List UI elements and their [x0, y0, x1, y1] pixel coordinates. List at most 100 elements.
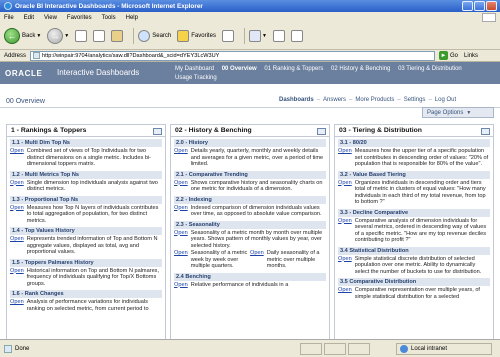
section-title: 1.5 - Toppers Palmares History — [10, 258, 162, 267]
go-button[interactable]: ► Go — [439, 51, 458, 60]
minimize-button[interactable] — [462, 1, 473, 11]
section-title: 1.3 - Proportional Top Ns — [10, 195, 162, 204]
home-icon — [111, 30, 124, 42]
refresh-button[interactable] — [93, 30, 106, 42]
edit-icon — [290, 30, 303, 42]
report-row: Open Daily seasonality of a metric over m… — [250, 250, 326, 270]
menu-tools[interactable]: Tools — [102, 15, 116, 21]
report-section: 3.2 - Value Based Tiering Open Organizes i… — [335, 169, 493, 206]
open-link[interactable]: Open — [174, 250, 188, 270]
back-button[interactable]: ← Back ▼ — [4, 28, 41, 44]
nav-settings[interactable]: Settings — [404, 97, 426, 103]
menu-help[interactable]: Help — [126, 15, 138, 21]
tab-overview[interactable]: 00 Overview — [222, 66, 257, 72]
print-button[interactable] — [272, 30, 285, 42]
open-link[interactable]: Open — [338, 287, 352, 300]
section-title: 2.3 - Seasonality — [174, 220, 326, 229]
open-link[interactable]: Open — [174, 230, 188, 250]
report-description: Single dimension top individuals analysi… — [26, 179, 158, 193]
home-button[interactable] — [111, 30, 124, 42]
page-bar: 00 Overview Dashboards – Answers – More Prod… — [0, 84, 500, 108]
open-link[interactable]: Open — [10, 236, 24, 256]
favorites-label: Favorites — [191, 33, 216, 39]
nav-answers[interactable]: Answers — [323, 97, 346, 103]
open-link[interactable]: Open — [10, 205, 24, 225]
favorites-button[interactable]: Favorites — [177, 30, 216, 42]
report-description: Measures how Top N layers of individuals… — [26, 204, 159, 224]
menu-file[interactable]: File — [4, 15, 14, 21]
nav-logout[interactable]: Log Out — [435, 97, 456, 103]
links-button[interactable]: Links — [464, 53, 478, 59]
section-title: 1.2 - Multi Metrics Top Ns — [10, 170, 162, 179]
page-options-button[interactable]: Page Options ▼ — [422, 107, 494, 118]
open-link[interactable]: Open — [174, 180, 188, 193]
report-section: 1.6 - Rank Changes Open Analysis of perfor… — [7, 288, 165, 312]
go-label: Go — [450, 52, 459, 59]
column-options-icon[interactable] — [317, 128, 326, 135]
status-pane — [300, 343, 322, 355]
menu-view[interactable]: View — [44, 15, 57, 21]
report-row: Open Comparative representation over mult… — [338, 287, 490, 300]
open-link[interactable]: Open — [338, 256, 352, 276]
column-options-icon[interactable] — [153, 128, 162, 135]
open-link[interactable]: Open — [174, 205, 188, 218]
edit-button[interactable] — [290, 30, 303, 42]
open-link[interactable]: Open — [338, 148, 352, 168]
open-link[interactable]: Open — [174, 148, 188, 168]
search-icon — [138, 30, 151, 42]
status-pane — [324, 343, 346, 355]
back-arrow-icon: ← — [4, 28, 20, 44]
forward-button[interactable]: → ▼ — [47, 28, 69, 44]
report-section: 3.3 - Decline Comparative Open Comparative… — [335, 207, 493, 244]
window-title: Oracle BI Interactive Dashboards - Micro… — [15, 2, 203, 10]
mail-button[interactable]: ▼ — [248, 30, 267, 42]
report-section: 1.4 - Top Values History Open Represents t… — [7, 225, 165, 256]
window-title-bar: Oracle BI Interactive Dashboards - Micro… — [0, 0, 500, 12]
mail-icon — [248, 30, 261, 42]
forward-arrow-icon: → — [47, 28, 64, 44]
open-link[interactable]: Open — [174, 282, 188, 289]
close-button[interactable] — [486, 1, 497, 11]
toolbar-separator — [243, 28, 245, 44]
history-button[interactable] — [221, 30, 234, 42]
open-link[interactable]: Open — [10, 180, 24, 193]
open-link[interactable]: Open — [338, 180, 352, 206]
report-row: Open Seasonality of a metric week by week… — [174, 250, 250, 270]
tab-ranking-toppers[interactable]: 01 Ranking & Toppers — [264, 66, 323, 72]
open-link[interactable]: Open — [10, 299, 24, 312]
maximize-button[interactable] — [474, 1, 485, 11]
report-description: Analysis of performance variations for i… — [26, 299, 149, 312]
open-link[interactable]: Open — [10, 148, 24, 168]
report-description: Organizes individuals in descending orde… — [354, 179, 486, 206]
report-section: 2.3 - Seasonality Open Seasonality of a me… — [171, 219, 329, 271]
tab-usage-tracking[interactable]: Usage Tracking — [175, 75, 217, 81]
refresh-icon — [93, 30, 106, 42]
open-link[interactable]: Open — [338, 218, 352, 244]
tab-tiering-distribution[interactable]: 03 Tiering & Distribution — [398, 66, 462, 72]
section-title: 2.4 Benching — [174, 272, 326, 281]
report-description: Represents trended information of Top an… — [26, 236, 158, 255]
nav-dashboards[interactable]: Dashboards — [279, 97, 314, 103]
section-title: 2.0 - History — [174, 139, 326, 147]
report-description: Comparative representation over multiple… — [354, 287, 480, 300]
address-input[interactable]: http://winpair:9704/analytics/saw.dll?Da… — [30, 50, 436, 61]
open-link[interactable]: Open — [250, 250, 264, 270]
report-description: Details yearly, quarterly, monthly and w… — [190, 148, 324, 167]
open-link[interactable]: Open — [10, 268, 24, 288]
report-row: Open Indexed comparison of dimension indi… — [174, 205, 326, 218]
report-row: Open Details yearly, quarterly, monthly a… — [174, 148, 326, 168]
nav-more-products[interactable]: More Products — [355, 97, 394, 103]
stop-button[interactable] — [75, 30, 88, 42]
tab-history-benching[interactable]: 02 History & Benching — [331, 66, 390, 72]
report-row: Open Measures how the upper tier of a spe… — [338, 148, 490, 168]
column-rankings: 1 - Rankings & Toppers 1.1 - Multi Dim To… — [6, 124, 166, 339]
report-description: Simple statistical discrete distribution… — [354, 255, 482, 275]
tab-my-dashboard[interactable]: My Dashboard — [175, 66, 214, 72]
report-row: Open Simple statistical discrete distribu… — [338, 256, 490, 276]
menu-edit[interactable]: Edit — [24, 15, 34, 21]
menu-favorites[interactable]: Favorites — [67, 15, 92, 21]
search-button[interactable]: Search — [138, 30, 171, 42]
history-icon — [221, 30, 234, 42]
column-options-icon[interactable] — [481, 128, 490, 135]
address-url: http://winpair:9704/analytics/saw.dll?Da… — [42, 52, 220, 59]
